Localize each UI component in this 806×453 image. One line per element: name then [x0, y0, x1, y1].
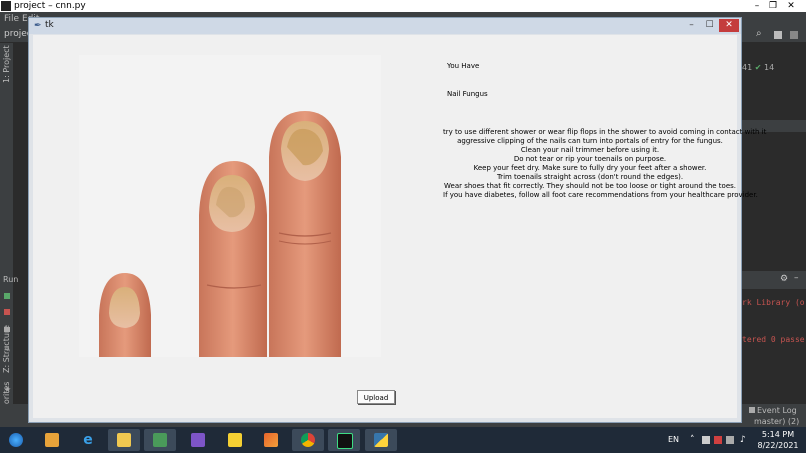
- language-indicator[interactable]: EN: [668, 427, 679, 453]
- task-manager-icon: [153, 433, 167, 447]
- stop-icon[interactable]: [4, 309, 10, 315]
- advice-line: Do not tear or rip your toenails on purp…: [513, 155, 667, 163]
- ide-editor-right-edge: 41 ✔ 14 ⚙ – rk Library (o tered 0 passe: [742, 43, 806, 423]
- pinup-icon: [228, 433, 242, 447]
- hide-panel-icon[interactable]: –: [794, 273, 799, 283]
- tk-maximize-button[interactable]: ☐: [701, 19, 718, 32]
- tk-window-title: tk: [45, 20, 54, 30]
- tk-feather-icon: ✒: [34, 21, 42, 31]
- advice-line: Keep your feet dry. Make sure to fully d…: [473, 164, 707, 172]
- advice-line: aggressive clipping of the nails can tur…: [457, 137, 723, 145]
- taskbar-app-internet-explorer[interactable]: e: [72, 429, 104, 451]
- tab-project[interactable]: 1: Project: [2, 45, 11, 83]
- visual-studio-icon: [191, 433, 205, 447]
- git-branch-status[interactable]: master) (2): [754, 417, 799, 426]
- taskbar-app-python[interactable]: [365, 429, 397, 451]
- matlab-icon: [264, 433, 278, 447]
- chrome-icon: [301, 433, 315, 447]
- ide-maximize-button[interactable]: ❐: [766, 0, 780, 12]
- console-output-line: rk Library (o: [742, 298, 805, 307]
- python-icon: [374, 433, 388, 447]
- weak-warning-icon: ✔: [754, 63, 762, 72]
- tk-client-area: You Have Nail Fungus try to use differen…: [33, 35, 767, 418]
- taskbar-app-pycharm[interactable]: [328, 429, 360, 451]
- show-hidden-icons-icon[interactable]: ˄: [690, 427, 695, 453]
- ide-minimize-button[interactable]: –: [750, 0, 764, 12]
- advice-line: If you have diabetes, follow all foot ca…: [443, 191, 758, 199]
- layout-icon[interactable]: [790, 31, 798, 39]
- event-log-button[interactable]: Event Log: [757, 406, 797, 415]
- pycharm-icon: [337, 433, 353, 449]
- git-icon[interactable]: [774, 31, 782, 39]
- tk-minimize-button[interactable]: –: [683, 19, 700, 32]
- taskbar-app-media-player[interactable]: [36, 429, 68, 451]
- taskbar-app-chrome[interactable]: [292, 429, 324, 451]
- pin-icon[interactable]: ✎: [4, 345, 11, 354]
- star-icon[interactable]: ★: [4, 385, 11, 394]
- system-clock[interactable]: 5:14 PM 8/22/2021: [756, 429, 800, 451]
- security-alert-icon[interactable]: [714, 436, 722, 444]
- internet-explorer-icon: e: [83, 432, 93, 448]
- diagnosis-label: Nail Fungus: [447, 90, 488, 98]
- fingers-illustration: [79, 55, 381, 357]
- run-tab[interactable]: Run: [3, 275, 18, 284]
- tk-window: ✒ tk – ☐ ✕ You Have Nail Fungus try to u…: [28, 17, 767, 423]
- upload-button[interactable]: Upload: [357, 390, 395, 404]
- run-panel-header: ⚙ –: [742, 271, 806, 289]
- weak-warning-count[interactable]: 14: [764, 63, 774, 72]
- folder-icon: [117, 433, 131, 447]
- ide-close-button[interactable]: ✕: [784, 0, 798, 12]
- taskbar-app-task-manager[interactable]: [144, 429, 176, 451]
- taskbar-app-matlab[interactable]: [255, 429, 287, 451]
- clock-date: 8/22/2021: [757, 441, 799, 450]
- advice-line: Wear shoes that fit correctly. They shou…: [444, 182, 736, 190]
- console-output-line: tered 0 passe: [742, 335, 805, 344]
- menu-file[interactable]: File: [4, 12, 19, 26]
- advice-line: Clean your nail trimmer before using it.: [520, 146, 660, 154]
- taskbar-app-pinup[interactable]: [219, 429, 251, 451]
- windows-start-icon: [9, 433, 23, 447]
- you-have-label: You Have: [447, 62, 480, 70]
- advice-line: Trim toenails straight across (don't rou…: [496, 173, 684, 181]
- network-icon[interactable]: [702, 436, 710, 444]
- windows-taskbar: e EN ˄ ♪ 5:14 PM 8/22/2021: [0, 427, 806, 453]
- taskbar-app-visual-studio[interactable]: [182, 429, 214, 451]
- pycharm-logo-icon: [1, 1, 11, 11]
- ide-window-title: project – cnn.py: [14, 1, 86, 11]
- search-icon[interactable]: ⌕: [756, 26, 762, 42]
- rerun-icon[interactable]: [4, 293, 10, 299]
- ide-titlebar: project – cnn.py – ❐ ✕: [0, 0, 806, 12]
- warning-count[interactable]: 41: [742, 63, 752, 72]
- advice-line: try to use different shower or wear flip…: [443, 128, 767, 136]
- ide-left-toolstrip: 1: Project Z: Structure 2: Favorites Run…: [0, 43, 18, 428]
- battery-icon[interactable]: [726, 436, 734, 444]
- start-button[interactable]: [0, 429, 32, 451]
- media-player-icon: [45, 433, 59, 447]
- layout-toggle-icon[interactable]: [4, 327, 10, 332]
- advice-text-block: try to use different shower or wear flip…: [443, 128, 767, 200]
- tk-titlebar[interactable]: ✒ tk – ☐ ✕: [29, 18, 741, 34]
- volume-icon[interactable]: ♪: [740, 427, 746, 453]
- tk-close-button[interactable]: ✕: [719, 19, 739, 32]
- nail-photo: [79, 55, 381, 357]
- event-log-icon: [749, 407, 755, 413]
- settings-gear-icon[interactable]: ⚙: [780, 274, 788, 284]
- taskbar-app-file-explorer[interactable]: [108, 429, 140, 451]
- clock-time: 5:14 PM: [761, 430, 795, 439]
